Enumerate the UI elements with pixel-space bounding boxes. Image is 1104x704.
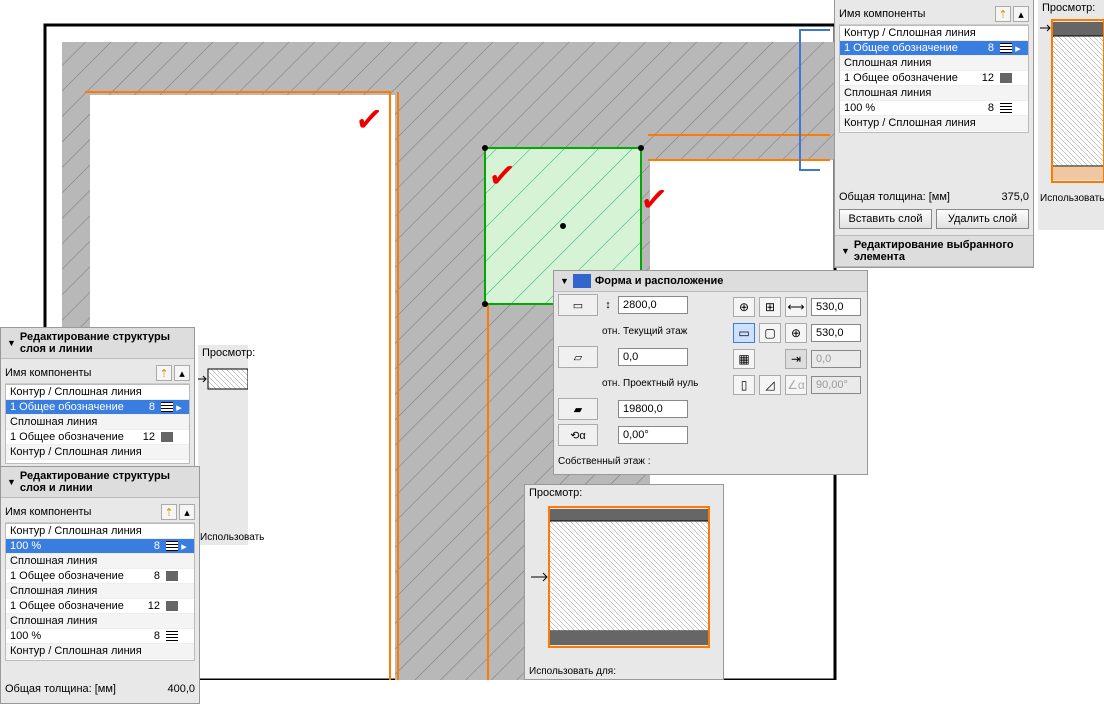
component-table: Контур / Сплошная линия 1 Общее обозначе… bbox=[5, 384, 190, 464]
height-input[interactable] bbox=[618, 296, 688, 314]
table-row[interactable]: 100 %8▸ bbox=[6, 539, 194, 554]
preview-label: Просмотр: bbox=[525, 485, 723, 501]
rel-floor-input[interactable] bbox=[618, 348, 688, 366]
hatch-icon[interactable]: ▦ bbox=[733, 349, 755, 369]
table-row[interactable]: Сплошная линия bbox=[840, 56, 1028, 71]
table-row[interactable]: 1 Общее обозначение12 bbox=[840, 71, 1028, 86]
preview-label: Просмотр: bbox=[198, 345, 248, 361]
component-table: Контур / Сплошная линия 100 %8▸ Сплошная… bbox=[5, 523, 195, 661]
canvas: ✓ ✓ ✓ ▼Редактирование структуры слоя и л… bbox=[0, 0, 1104, 680]
scroll-up-icon[interactable]: ▴ bbox=[1013, 6, 1029, 22]
chevron-down-icon: ▼ bbox=[560, 276, 569, 286]
use-label: Использовать bbox=[1040, 193, 1104, 204]
use-label: Использовать для: bbox=[529, 666, 616, 677]
anchor-icon[interactable]: ⊞ bbox=[759, 297, 781, 317]
width-input[interactable] bbox=[811, 298, 861, 316]
table-row[interactable]: 1 Общее обозначение8 bbox=[6, 569, 194, 584]
angle-icon[interactable]: ∠α bbox=[785, 375, 807, 395]
section-header[interactable]: ▼ Редактирование выбранного элемента bbox=[835, 235, 1033, 267]
rel-floor-label: отн. Текущий этаж bbox=[602, 326, 687, 337]
preview-a: Просмотр: Использовать bbox=[198, 345, 248, 545]
section-title: Редактирование структуры слоя и линии bbox=[20, 470, 193, 494]
table-row[interactable]: 1 Общее обозначение12 bbox=[6, 430, 189, 445]
struct-panel-b: ▼ Редактирование структуры слоя и линии И… bbox=[0, 466, 200, 704]
scroll-up-icon[interactable]: ▴ bbox=[179, 504, 195, 520]
table-row[interactable]: Сплошная линия bbox=[840, 86, 1028, 101]
component-table: Контур / Сплошная линия 1 Общее обозначе… bbox=[839, 25, 1029, 133]
profile-icon[interactable]: ▭ bbox=[558, 294, 598, 316]
table-row[interactable]: Контур / Сплошная линия bbox=[840, 26, 1028, 41]
table-row[interactable]: 100 %8 bbox=[6, 629, 194, 644]
table-row[interactable]: 1 Общее обозначение8▸ bbox=[840, 41, 1028, 56]
chevron-down-icon: ▼ bbox=[841, 246, 850, 256]
section-title: Редактирование выбранного элемента bbox=[854, 239, 1027, 263]
thickness-value: 400,0 bbox=[145, 683, 195, 695]
use-label: Использовать bbox=[198, 530, 266, 545]
thickness-value: 375,0 bbox=[979, 191, 1029, 203]
dim-icon[interactable]: ⊕ bbox=[785, 323, 807, 343]
rel-zero-input[interactable] bbox=[618, 400, 688, 418]
form-icon bbox=[573, 274, 591, 288]
anchor-icon[interactable]: ▢ bbox=[759, 323, 781, 343]
arrow-icon: ↕ bbox=[602, 299, 614, 311]
table-row[interactable]: Сплошная линия bbox=[6, 415, 189, 430]
insert-layer-button[interactable]: Вставить слой bbox=[839, 209, 932, 229]
column-header: Имя компоненты bbox=[839, 8, 993, 20]
dim-icon[interactable]: ⟷ bbox=[785, 297, 807, 317]
table-row[interactable]: Контур / Сплошная линия bbox=[6, 445, 189, 460]
table-row[interactable]: Сплошная линия bbox=[6, 614, 194, 629]
mirror-icon[interactable]: ▯ bbox=[733, 375, 755, 395]
scroll-up-icon[interactable]: ▴ bbox=[174, 365, 190, 381]
plane-icon[interactable]: ▱ bbox=[558, 346, 598, 368]
table-row[interactable]: Контур / Сплошная линия bbox=[6, 524, 194, 539]
section-title: Форма и расположение bbox=[595, 275, 723, 287]
anchor-icon[interactable]: ⊕ bbox=[733, 297, 755, 317]
move-up-icon[interactable]: ⇡ bbox=[161, 504, 177, 520]
rel-zero-label: отн. Проектный нуль bbox=[602, 378, 698, 389]
section-title: Редактирование структуры слоя и линии bbox=[20, 331, 188, 355]
table-row[interactable]: 1 Общее обозначение12 bbox=[6, 599, 194, 614]
move-up-icon[interactable]: ⇡ bbox=[156, 365, 172, 381]
section-header[interactable]: ▼ Редактирование структуры слоя и линии bbox=[1, 328, 194, 359]
table-row[interactable]: Контур / Сплошная линия bbox=[6, 385, 189, 400]
anchor-icon[interactable]: ▭ bbox=[733, 323, 755, 343]
chevron-down-icon: ▼ bbox=[7, 477, 16, 487]
table-row[interactable]: Сплошная линия bbox=[6, 554, 194, 569]
own-floor-label: Собственный этаж : bbox=[558, 456, 651, 467]
mirror-icon[interactable]: ◿ bbox=[759, 375, 781, 395]
delete-layer-button[interactable]: Удалить слой bbox=[936, 209, 1029, 229]
depth-input[interactable] bbox=[811, 324, 861, 342]
column-header: Имя компоненты bbox=[5, 367, 154, 379]
table-row[interactable]: Контур / Сплошная линия bbox=[6, 644, 194, 659]
chevron-down-icon: ▼ bbox=[7, 338, 16, 348]
angle-input[interactable] bbox=[618, 426, 688, 444]
offset-icon[interactable]: ⇥ bbox=[785, 349, 807, 369]
table-row[interactable]: 100 %8 bbox=[840, 101, 1028, 116]
offset-input[interactable] bbox=[811, 350, 861, 368]
struct-panel-c: Имя компоненты ⇡ ▴ Контур / Сплошная лин… bbox=[834, 0, 1034, 268]
thickness-label: Общая толщина: [мм] bbox=[5, 683, 145, 695]
thickness-label: Общая толщина: [мм] bbox=[839, 191, 979, 203]
section-header[interactable]: ▼ Редактирование структуры слоя и линии bbox=[1, 467, 199, 498]
preview-c: Просмотр: Использовать bbox=[1038, 0, 1104, 230]
preview-b: Просмотр: Использовать для: bbox=[524, 484, 724, 680]
form-position-panel: ▼ Форма и расположение ▭ ↕ отн. Текущий эт… bbox=[553, 270, 868, 475]
table-row[interactable]: 1 Общее обозначение8▸ bbox=[6, 400, 189, 415]
rotate-icon[interactable]: ⟲α bbox=[558, 424, 598, 446]
move-up-icon[interactable]: ⇡ bbox=[995, 6, 1011, 22]
table-row[interactable]: Контур / Сплошная линия bbox=[840, 116, 1028, 131]
table-row[interactable]: Сплошная линия bbox=[6, 584, 194, 599]
rotate-input[interactable] bbox=[811, 376, 861, 394]
column-header: Имя компоненты bbox=[5, 506, 159, 518]
plane-icon[interactable]: ▰ bbox=[558, 398, 598, 420]
preview-label: Просмотр: bbox=[1038, 0, 1104, 16]
section-header[interactable]: ▼ Форма и расположение bbox=[554, 271, 867, 292]
